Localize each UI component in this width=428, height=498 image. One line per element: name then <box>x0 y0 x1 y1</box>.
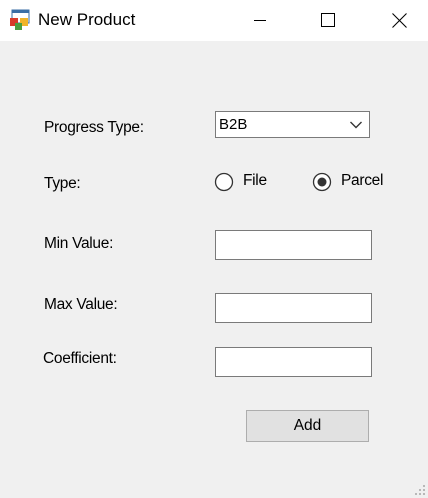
form-window-icon[interactable] <box>9 9 31 31</box>
radio-checked-icon <box>312 172 332 192</box>
max-value-label: Max Value: <box>44 296 118 313</box>
radio-file[interactable]: File <box>214 171 274 193</box>
radio-unchecked-icon <box>214 172 234 192</box>
radio-parcel[interactable]: Parcel <box>312 171 392 193</box>
chevron-down-icon <box>350 121 362 129</box>
min-value-label: Min Value: <box>44 235 114 252</box>
maximize-icon <box>321 13 335 27</box>
progress-type-selected-value: B2B <box>219 116 248 133</box>
progress-type-dropdown[interactable]: B2B <box>215 111 370 138</box>
title-bar[interactable]: New Product <box>0 0 428 41</box>
minimize-icon <box>254 20 266 21</box>
resize-grip-icon[interactable] <box>414 484 426 496</box>
close-button[interactable] <box>358 0 428 41</box>
radio-file-label: File <box>243 172 267 189</box>
coefficient-label: Coefficient: <box>43 350 117 367</box>
radio-parcel-label: Parcel <box>341 172 384 189</box>
min-value-input[interactable] <box>215 230 372 260</box>
close-icon <box>392 13 407 28</box>
progress-type-label: Progress Type: <box>44 119 144 136</box>
maximize-button[interactable] <box>294 0 364 41</box>
new-product-window: New Product Progress Type: B2B Type: Fil… <box>0 0 428 498</box>
max-value-input[interactable] <box>215 293 372 323</box>
window-title: New Product <box>38 10 136 29</box>
coefficient-input[interactable] <box>215 347 372 377</box>
minimize-button[interactable] <box>224 0 294 41</box>
type-label: Type: <box>44 175 81 192</box>
add-button[interactable]: Add <box>246 410 369 442</box>
